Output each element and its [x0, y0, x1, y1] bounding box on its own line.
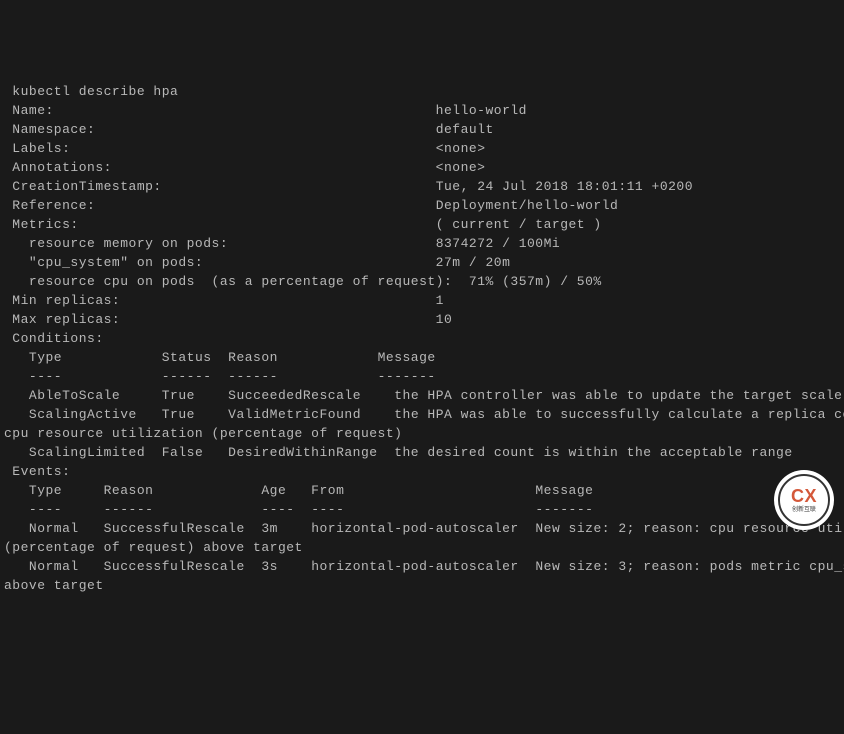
cond-sep-status: ------ — [162, 369, 212, 384]
cond-col-message: Message — [378, 350, 436, 365]
field-maxrep-value: 10 — [436, 312, 453, 327]
evt-row2-age: 3s — [261, 559, 278, 574]
cond-row3-status: False — [162, 445, 204, 460]
metric2-label: "cpu_system" on pods: — [4, 255, 203, 270]
watermark-logo: CX 创新互联 — [774, 470, 834, 530]
field-creation-value: Tue, 24 Jul 2018 18:01:11 +0200 — [436, 179, 693, 194]
cond-row3-reason: DesiredWithinRange — [228, 445, 377, 460]
field-maxrep-label: Max replicas: — [4, 312, 120, 327]
evt-sep-age: ---- — [261, 502, 294, 517]
field-labels-value: <none> — [436, 141, 486, 156]
cond-row1-type: AbleToScale — [4, 388, 120, 403]
conditions-header: Conditions: — [4, 331, 104, 346]
field-namespace-label: Namespace: — [4, 122, 95, 137]
evt-col-reason: Reason — [104, 483, 154, 498]
evt-row2-message2: above target — [4, 578, 104, 593]
evt-row1-message2: (percentage of request) above target — [4, 540, 303, 555]
field-minrep-label: Min replicas: — [4, 293, 120, 308]
cond-row2-status: True — [162, 407, 195, 422]
metric1-value: 8374272 / 100Mi — [436, 236, 561, 251]
evt-row1-reason: SuccessfulRescale — [104, 521, 245, 536]
cond-row1-message: the HPA controller was able to update th… — [394, 388, 844, 403]
cond-row2-message: the HPA was able to successfully calcula… — [394, 407, 844, 422]
cond-row2-type: ScalingActive — [4, 407, 137, 422]
field-name-label: Name: — [4, 103, 54, 118]
field-reference-label: Reference: — [4, 198, 95, 213]
metric1-label: resource memory on pods: — [4, 236, 228, 251]
cond-sep-reason: ------ — [228, 369, 278, 384]
metric3-value: 71% (357m) / 50% — [469, 274, 602, 289]
evt-col-message: Message — [535, 483, 593, 498]
cond-row1-reason: SucceededRescale — [228, 388, 361, 403]
terminal-output: kubectl describe hpa Name: hello-world N… — [0, 76, 844, 601]
field-creation-label: CreationTimestamp: — [4, 179, 162, 194]
events-header: Events: — [4, 464, 70, 479]
command-line: kubectl describe hpa — [4, 84, 178, 99]
evt-row2-type: Normal — [4, 559, 79, 574]
field-minrep-value: 1 — [436, 293, 444, 308]
metric3-label: resource cpu on pods (as a percentage of… — [4, 274, 452, 289]
cond-row3-message: the desired count is within the acceptab… — [394, 445, 792, 460]
evt-col-type: Type — [4, 483, 62, 498]
cond-row3-type: ScalingLimited — [4, 445, 145, 460]
cond-col-status: Status — [162, 350, 212, 365]
evt-sep-reason: ------ — [104, 502, 154, 517]
cond-row1-status: True — [162, 388, 195, 403]
evt-sep-type: ---- — [4, 502, 62, 517]
cond-col-type: Type — [4, 350, 62, 365]
cond-row2-reason: ValidMetricFound — [228, 407, 361, 422]
metric2-value: 27m / 20m — [436, 255, 511, 270]
evt-row1-from: horizontal-pod-autoscaler — [311, 521, 519, 536]
field-reference-value: Deployment/hello-world — [436, 198, 619, 213]
logo-text-sub: 创新互联 — [792, 507, 816, 513]
field-annotations-value: <none> — [436, 160, 486, 175]
field-metrics-label: Metrics: — [4, 217, 79, 232]
evt-row1-type: Normal — [4, 521, 79, 536]
evt-row2-from: horizontal-pod-autoscaler — [311, 559, 519, 574]
field-labels-label: Labels: — [4, 141, 70, 156]
evt-row1-age: 3m — [261, 521, 278, 536]
cond-row2-message2: cpu resource utilization (percentage of … — [4, 426, 402, 441]
field-annotations-label: Annotations: — [4, 160, 112, 175]
cond-sep-type: ---- — [4, 369, 62, 384]
logo-inner: CX 创新互联 — [778, 474, 830, 526]
cond-sep-message: ------- — [378, 369, 436, 384]
field-namespace-value: default — [436, 122, 494, 137]
evt-col-from: From — [311, 483, 344, 498]
field-name-value: hello-world — [436, 103, 527, 118]
evt-row2-reason: SuccessfulRescale — [104, 559, 245, 574]
field-metrics-value: ( current / target ) — [436, 217, 602, 232]
evt-row2-message: New size: 3; reason: pods metric cpu_sys… — [535, 559, 844, 574]
evt-sep-message: ------- — [535, 502, 593, 517]
evt-sep-from: ---- — [311, 502, 344, 517]
logo-text-main: CX — [791, 487, 817, 505]
evt-col-age: Age — [261, 483, 286, 498]
cond-col-reason: Reason — [228, 350, 278, 365]
